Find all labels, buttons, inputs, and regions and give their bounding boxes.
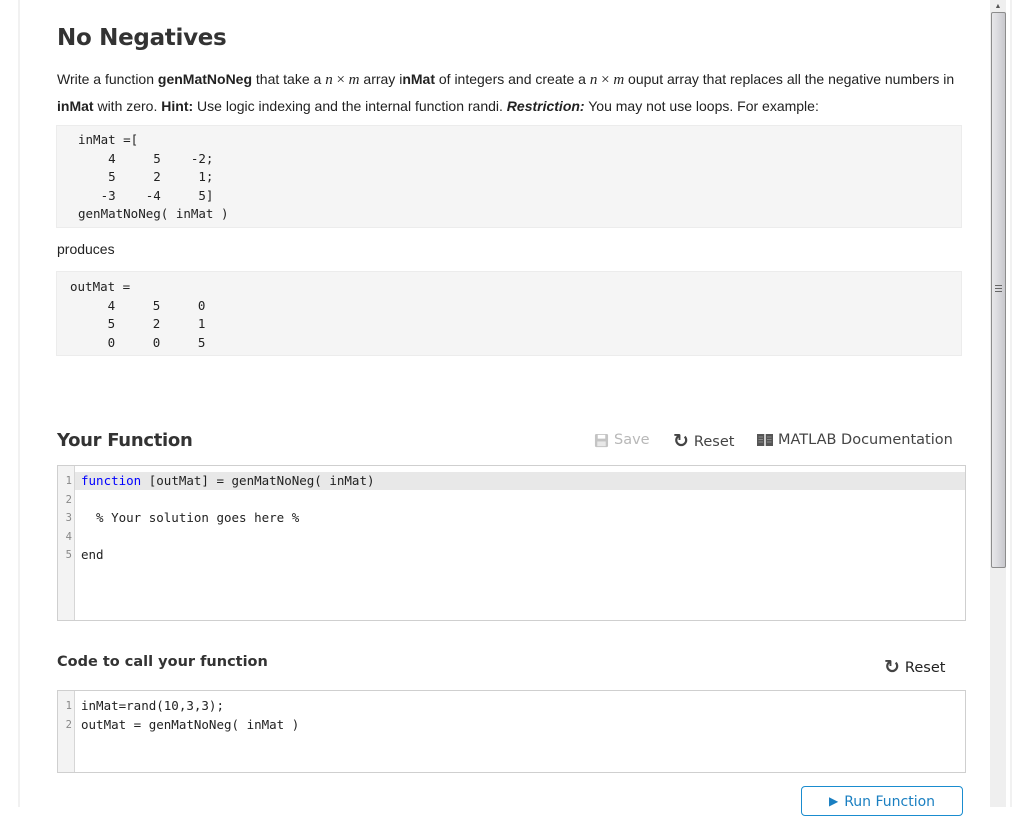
function-name: genMatNoNeg — [157, 71, 253, 87]
reset-label: Reset — [904, 659, 946, 676]
problem-description: Write a function genMatNoNeg that take a… — [57, 66, 957, 119]
var-inmat: nMat — [402, 71, 435, 87]
refresh-icon: ↻ — [884, 656, 900, 678]
call-code-heading: Code to call your function — [57, 654, 268, 670]
vertical-scrollbar[interactable]: ▲ — [990, 0, 1006, 807]
example-input-code: inMat =[ 4 5 -2; 5 2 1; -3 -4 5] genMatN… — [56, 125, 962, 228]
docs-label: MATLAB Documentation — [778, 432, 953, 448]
restriction-label: Restriction: — [506, 98, 585, 114]
desc-text: array i — [359, 71, 403, 87]
your-function-heading: Your Function — [57, 430, 193, 451]
scroll-up-arrow-icon[interactable]: ▲ — [990, 0, 1006, 12]
reset-function-button[interactable]: ↻ Reset — [673, 432, 734, 451]
page-right-border — [1010, 0, 1024, 807]
desc-text: You may not use loops. For example: — [584, 98, 819, 114]
scrollbar-thumb[interactable] — [991, 12, 1006, 568]
call-code-editor[interactable]: 1 inMat=rand(10,3,3); 2 outMat = genMatNoN… — [57, 690, 966, 773]
code-line[interactable]: 1 inMat=rand(10,3,3); — [58, 697, 965, 715]
function-code-editor[interactable]: function [outMat] = genMatNoNeg( inMat) … — [57, 465, 966, 621]
math-n-times-m: n × m — [325, 72, 360, 88]
save-label: Save — [614, 432, 650, 448]
desc-text: ouput array that replaces all the negati… — [624, 71, 955, 87]
code-line[interactable]: 3 % Your solution goes here % — [58, 509, 965, 527]
desc-text: Write a function — [57, 71, 158, 87]
code-line[interactable]: 2 — [58, 491, 965, 509]
math-n-times-m: n × m — [589, 72, 625, 88]
code-line[interactable]: 4 — [58, 528, 965, 546]
refresh-icon: ↻ — [673, 430, 689, 452]
save-button[interactable]: Save — [594, 432, 650, 448]
code-line[interactable]: 2 outMat = genMatNoNeg( inMat ) — [58, 716, 965, 734]
desc-text: that take a — [252, 71, 326, 87]
desc-text: Use logic indexing and the internal func… — [193, 98, 507, 114]
problem-title: No Negatives — [57, 25, 227, 51]
produces-label: produces — [57, 241, 115, 257]
run-function-button[interactable]: ▶ Run Function — [801, 786, 963, 816]
grip-icon — [995, 285, 1002, 294]
run-function-label: Run Function — [844, 794, 936, 810]
book-icon — [757, 434, 773, 446]
example-output-code: outMat = 4 5 0 5 2 1 0 0 5 — [56, 271, 962, 356]
play-icon: ▶ — [828, 794, 839, 808]
floppy-disk-icon — [594, 433, 609, 447]
hint-label: Hint: — [161, 98, 194, 114]
page-left-border — [0, 0, 20, 807]
reset-label: Reset — [693, 433, 735, 450]
code-line-number: 1 — [65, 475, 72, 487]
reset-call-code-button[interactable]: ↻ Reset — [884, 658, 945, 677]
matlab-documentation-link[interactable]: MATLAB Documentation — [757, 432, 953, 448]
code-line[interactable]: 5 end — [58, 546, 965, 564]
desc-text: of integers and create a — [434, 71, 590, 87]
desc-text: with zero. — [93, 98, 162, 114]
var-inmat: inMat — [57, 98, 94, 114]
